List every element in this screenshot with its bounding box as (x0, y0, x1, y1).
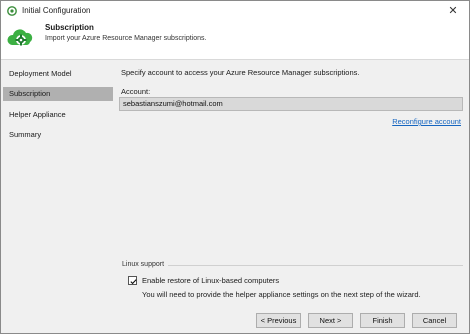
account-prompt: Specify account to access your Azure Res… (121, 68, 360, 77)
wizard-steps-sidebar: Deployment Model Subscription Helper App… (1, 60, 114, 308)
page-title: Subscription (45, 23, 94, 32)
checkmark-icon (130, 279, 137, 285)
account-field[interactable]: sebastianszumi@hotmail.com (119, 97, 463, 111)
sidebar-item-deployment-model[interactable]: Deployment Model (3, 67, 113, 81)
linux-hint-text: You will need to provide the helper appl… (142, 290, 421, 299)
title-bar: Initial Configuration ✕ (1, 1, 469, 20)
finish-button[interactable]: Finish (360, 313, 405, 328)
sidebar-item-helper-appliance[interactable]: Helper Appliance (3, 108, 113, 122)
previous-button[interactable]: < Previous (256, 313, 301, 328)
app-icon (7, 5, 17, 16)
window-title: Initial Configuration (22, 6, 91, 15)
page-header: Subscription Import your Azure Resource … (1, 20, 469, 60)
reconfigure-account-link[interactable]: Reconfigure account (392, 117, 461, 126)
close-icon: ✕ (448, 5, 458, 17)
enable-linux-restore-label[interactable]: Enable restore of Linux-based computers (142, 276, 279, 285)
enable-linux-restore-checkbox[interactable] (128, 276, 137, 285)
wizard-window: Initial Configuration ✕ Subscription Imp… (0, 0, 470, 334)
sidebar-item-subscription[interactable]: Subscription (3, 87, 113, 101)
button-bar: < Previous Next > Finish Cancel (1, 308, 469, 333)
page-subtitle: Import your Azure Resource Manager subsc… (45, 35, 207, 42)
next-button[interactable]: Next > (308, 313, 353, 328)
account-label: Account: (121, 87, 151, 96)
group-divider (168, 265, 463, 266)
close-button[interactable]: ✕ (437, 1, 469, 20)
cancel-button[interactable]: Cancel (412, 313, 457, 328)
cloud-gear-icon (7, 29, 33, 46)
linux-support-group-title: Linux support (122, 261, 165, 268)
main-panel: Specify account to access your Azure Res… (114, 60, 469, 308)
sidebar-item-summary[interactable]: Summary (3, 128, 113, 142)
